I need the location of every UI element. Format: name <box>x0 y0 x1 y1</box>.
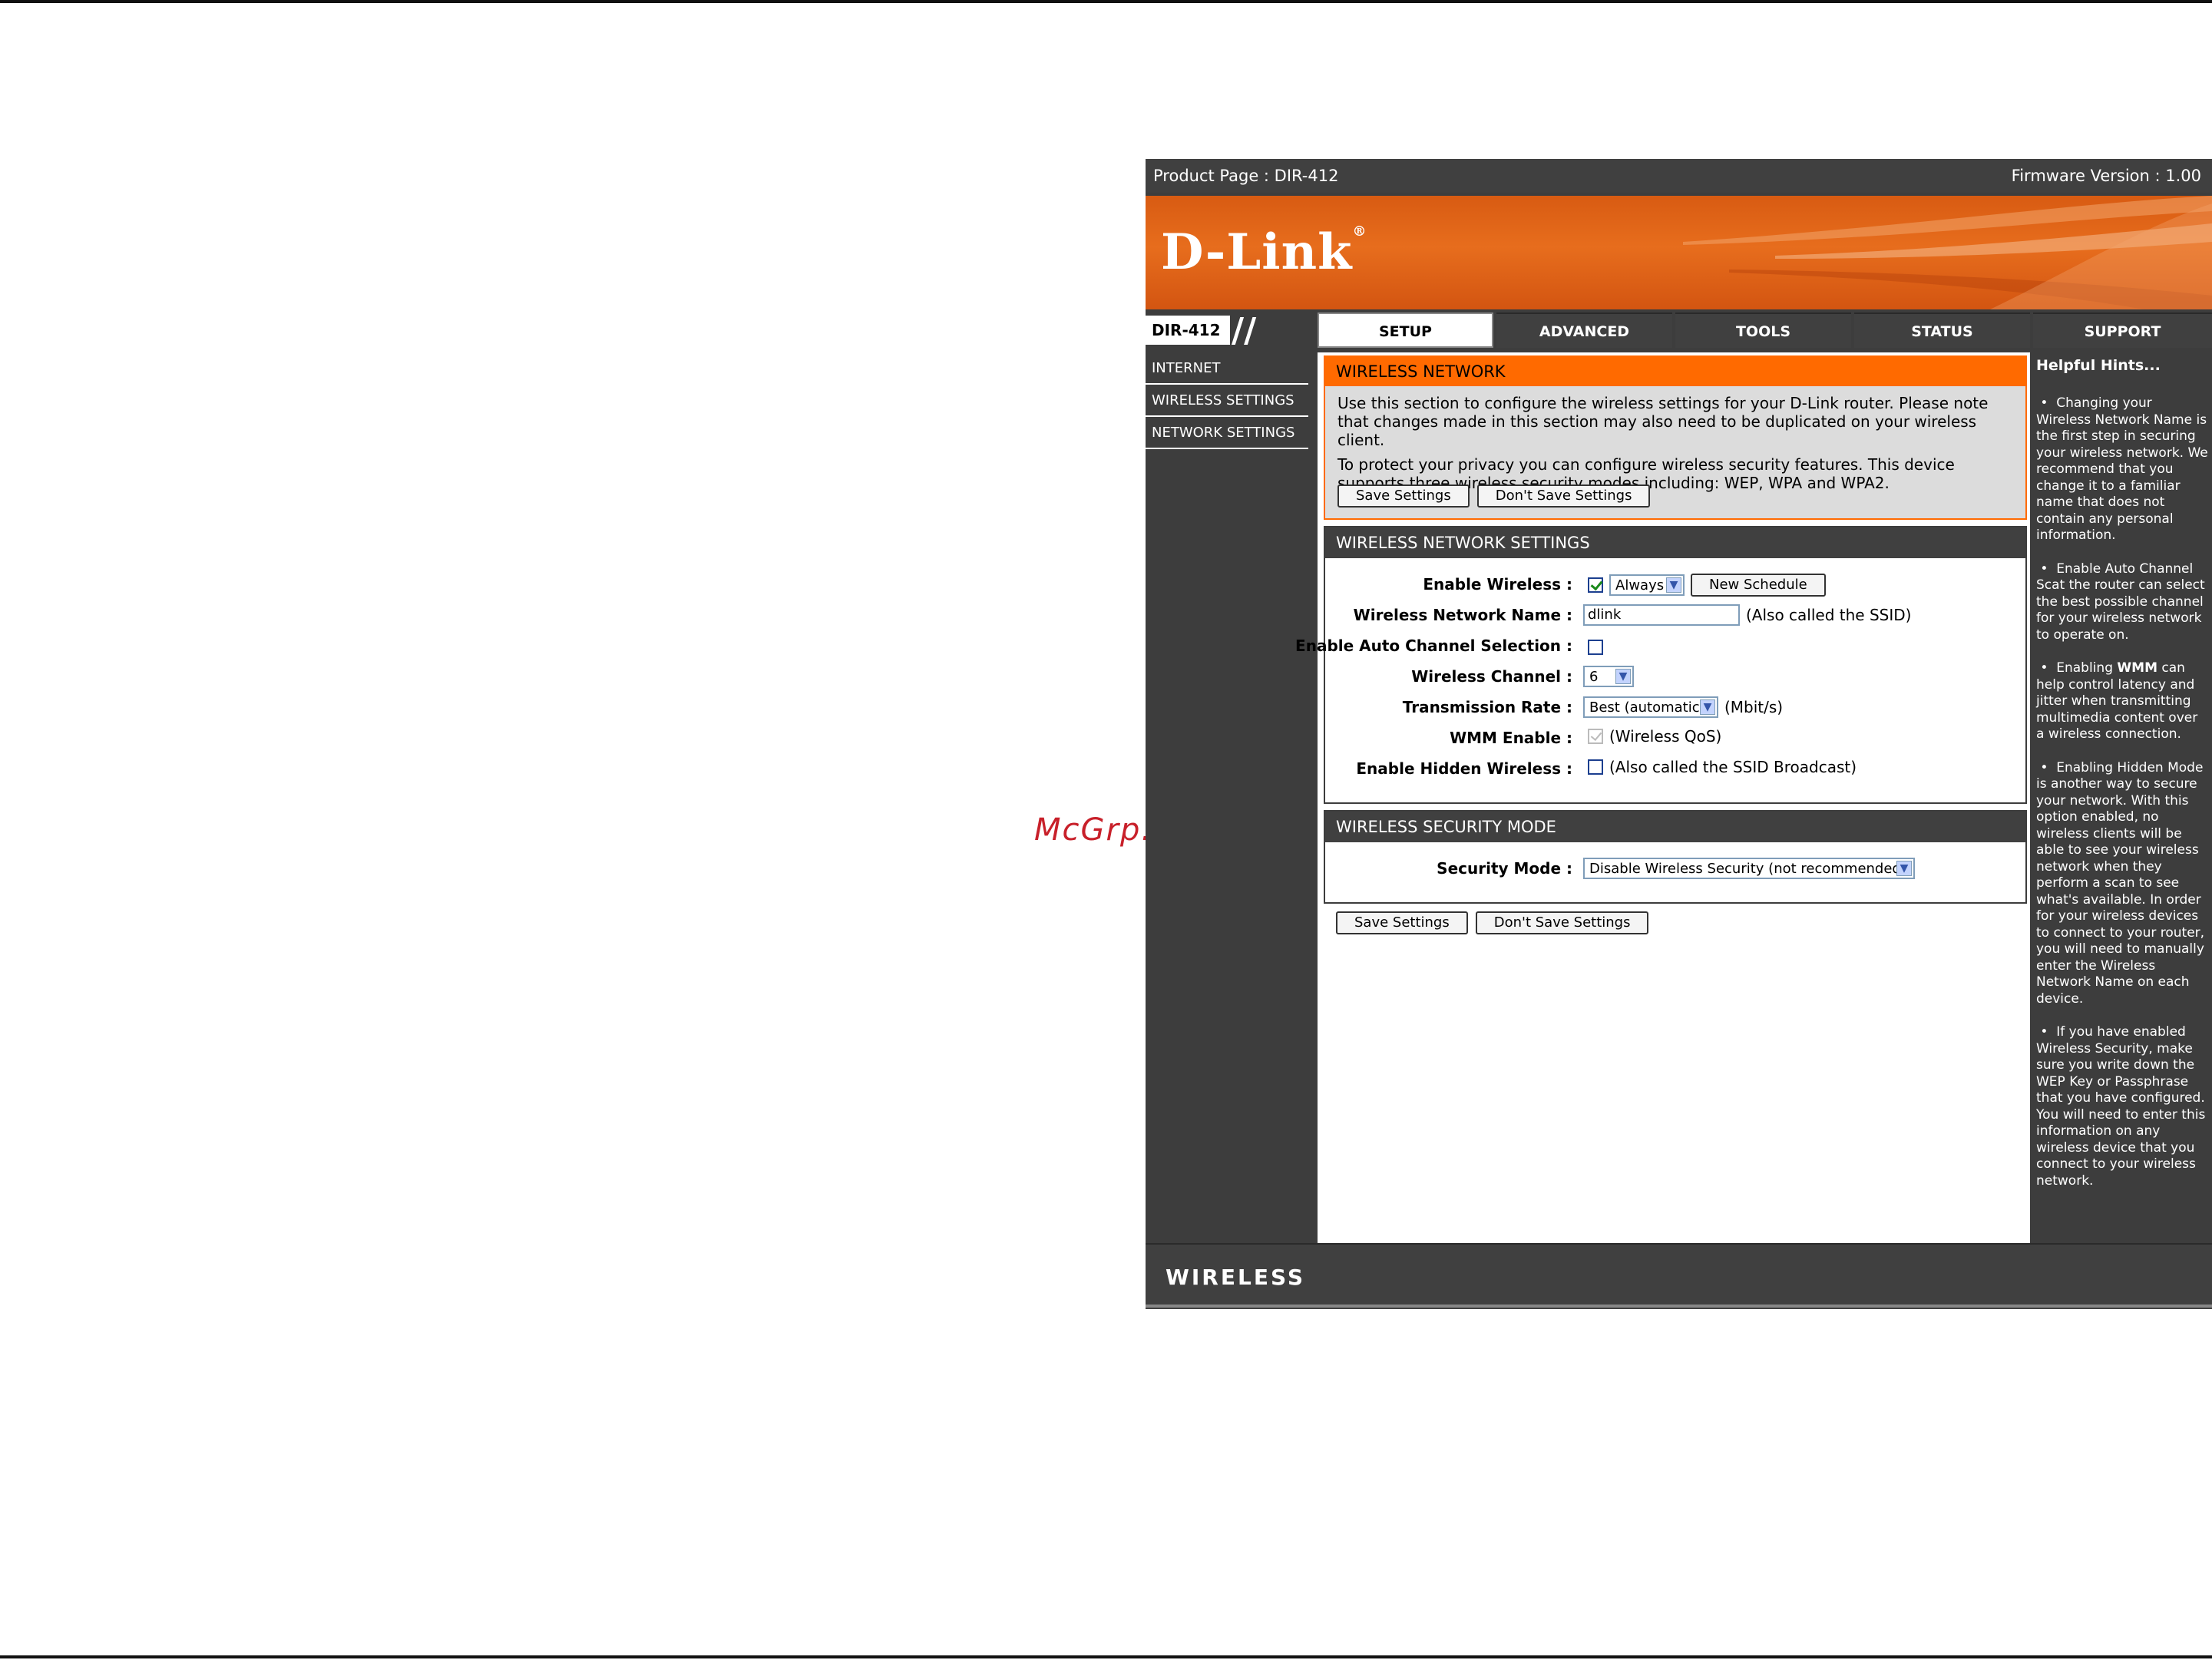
transmission-rate-label: Transmission Rate : <box>1402 698 1572 716</box>
footer-bottom-line <box>1146 1305 2212 1308</box>
model-badge: DIR-412 // <box>1146 311 1314 350</box>
chevron-down-icon: ▼ <box>1666 577 1681 593</box>
bottom-buttons: Save Settings Don't Save Settings <box>1336 911 1649 934</box>
chevron-down-icon: ▼ <box>1896 861 1912 876</box>
save-settings-button[interactable]: Save Settings <box>1337 484 1470 508</box>
row-wireless-channel: Wireless Channel : 6 ▼ <box>1325 664 2025 690</box>
wireless-security-mode-panel: WIRELESS SECURITY MODE Security Mode : D… <box>1324 810 2027 904</box>
product-bar: Product Page : DIR-412 Firmware Version … <box>1146 159 2212 193</box>
row-transmission-rate: Transmission Rate : Best (automatic) ▼ (M… <box>1325 695 2025 721</box>
menu-item-wireless-settings[interactable]: WIRELESS SETTINGS <box>1146 385 1308 417</box>
product-page-label: Product Page : DIR-412 <box>1153 167 1339 185</box>
row-wmm: WMM Enable : (Wireless QoS) <box>1325 726 2025 752</box>
transmission-rate-select[interactable]: Best (automatic) ▼ <box>1583 696 1718 718</box>
bottom-rule <box>0 1655 2212 1658</box>
security-mode-select[interactable]: Disable Wireless Security (not recommend… <box>1583 858 1915 879</box>
intro-buttons: Save Settings Don't Save Settings <box>1337 484 1651 508</box>
hint-wmm: • Enabling WMM can help control latency … <box>2036 660 2198 742</box>
hints-title: Helpful Hints... <box>2036 357 2161 374</box>
top-tabs: SETUP ADVANCED TOOLS STATUS SUPPORT <box>1318 312 2212 348</box>
wmm-note: (Wireless QoS) <box>1609 727 1722 746</box>
tab-advanced[interactable]: ADVANCED <box>1496 312 1672 348</box>
wmm-label: WMM Enable : <box>1450 729 1572 747</box>
left-menu: INTERNET WIRELESS SETTINGS NETWORK SETTI… <box>1146 352 1314 1243</box>
wireless-channel-select[interactable]: 6 ▼ <box>1583 666 1634 687</box>
enable-wireless-label: Enable Wireless : <box>1423 575 1572 594</box>
menu-item-network-settings[interactable]: NETWORK SETTINGS <box>1146 417 1308 449</box>
network-name-input[interactable]: dlink <box>1583 604 1740 626</box>
nav-row: DIR-412 // SETUP ADVANCED TOOLS STATUS S… <box>1146 309 2212 352</box>
tab-status[interactable]: STATUS <box>1854 312 2030 348</box>
wireless-channel-label: Wireless Channel : <box>1411 667 1572 686</box>
save-settings-button-bottom[interactable]: Save Settings <box>1336 911 1468 934</box>
row-security-mode: Security Mode : Disable Wireless Securit… <box>1325 856 2025 882</box>
banner: D-Link® <box>1146 196 2212 309</box>
wsm-title: WIRELESS SECURITY MODE <box>1325 812 2025 842</box>
model-slashes: // <box>1232 311 1257 350</box>
chevron-down-icon: ▼ <box>1700 699 1715 715</box>
dont-save-settings-button-bottom[interactable]: Don't Save Settings <box>1475 911 1649 934</box>
chevron-down-icon: ▼ <box>1615 669 1631 684</box>
hint-hidden-mode: • Enabling Hidden Mode is another way to… <box>2036 759 2205 1007</box>
tab-support[interactable]: SUPPORT <box>2033 312 2212 348</box>
main-content: WIRELESS NETWORK Use this section to con… <box>1295 352 2030 1243</box>
tab-setup[interactable]: SETUP <box>1318 312 1493 348</box>
router-web-ui: Product Page : DIR-412 Firmware Version … <box>1146 159 2212 1309</box>
hint-network-name: • Changing your Wireless Network Name is… <box>2036 395 2208 543</box>
rate-unit: (Mbit/s) <box>1724 698 1784 716</box>
enable-wireless-checkbox[interactable] <box>1588 577 1603 593</box>
footer-wireless-label: WIRELESS <box>1166 1265 1306 1290</box>
dont-save-settings-button[interactable]: Don't Save Settings <box>1476 484 1651 508</box>
wireless-network-settings-panel: WIRELESS NETWORK SETTINGS Enable Wireles… <box>1295 526 2027 804</box>
hidden-wireless-label: Enable Hidden Wireless : <box>1356 759 1572 778</box>
hint-wireless-security: • If you have enabled Wireless Security,… <box>2036 1024 2206 1189</box>
row-auto-channel: Enable Auto Channel Selection : <box>1295 633 2025 660</box>
security-mode-label: Security Mode : <box>1437 859 1572 878</box>
wmm-checkbox <box>1588 729 1603 744</box>
tab-tools[interactable]: TOOLS <box>1675 312 1851 348</box>
intro-paragraph-1: Use this section to configure the wirele… <box>1337 394 1989 449</box>
new-schedule-button[interactable]: New Schedule <box>1691 574 1826 597</box>
row-hidden-wireless: Enable Hidden Wireless : (Also called th… <box>1325 756 2025 782</box>
helpful-hints: Helpful Hints... • Changing your Wireles… <box>2033 352 2212 1243</box>
wns-title: WIRELESS NETWORK SETTINGS <box>1325 527 2025 558</box>
intro-title: WIRELESS NETWORK <box>1325 357 2025 386</box>
ssid-note: (Also called the SSID) <box>1746 606 1912 624</box>
hidden-wireless-note: (Also called the SSID Broadcast) <box>1609 758 1857 776</box>
network-name-label: Wireless Network Name : <box>1353 606 1572 624</box>
menu-item-internet[interactable]: INTERNET <box>1146 352 1308 385</box>
schedule-select[interactable]: Always ▼ <box>1609 574 1685 596</box>
top-rule <box>0 0 2212 3</box>
auto-channel-checkbox[interactable] <box>1588 640 1603 655</box>
dlink-logo: D-Link® <box>1161 223 1367 281</box>
row-network-name: Wireless Network Name : dlink (Also call… <box>1325 603 2025 629</box>
model-name: DIR-412 <box>1146 316 1230 345</box>
footer-bar: WIRELESS <box>1146 1243 2212 1309</box>
row-enable-wireless: Enable Wireless : Always ▼ New Schedule <box>1325 572 2025 598</box>
auto-channel-label: Enable Auto Channel Selection : <box>1295 637 1572 655</box>
hidden-wireless-checkbox[interactable] <box>1588 759 1603 775</box>
firmware-version-label: Firmware Version : 1.00 <box>2011 167 2201 185</box>
wireless-network-intro: WIRELESS NETWORK Use this section to con… <box>1324 355 2027 520</box>
hint-auto-channel: • Enable Auto Channel Scat the router ca… <box>2036 560 2205 643</box>
